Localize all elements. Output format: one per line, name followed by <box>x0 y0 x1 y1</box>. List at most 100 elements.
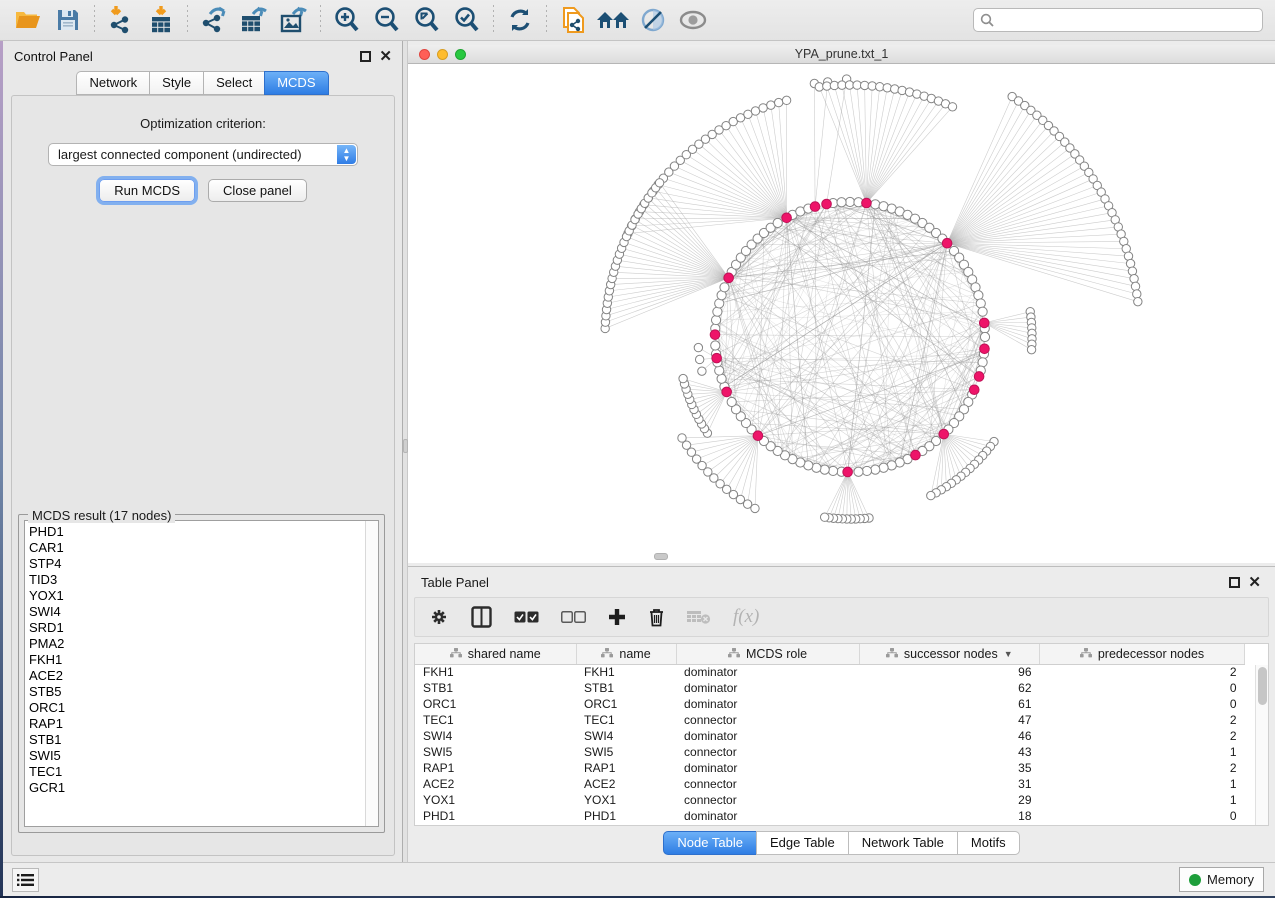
open-file-icon[interactable] <box>11 5 45 35</box>
network-node[interactable] <box>980 332 989 341</box>
network-node[interactable] <box>854 467 863 476</box>
import-table-icon[interactable] <box>144 5 178 35</box>
mcds-result-item[interactable]: TEC1 <box>29 764 378 780</box>
network-node[interactable] <box>713 307 722 316</box>
network-canvas[interactable] <box>408 64 1275 563</box>
column-header-name[interactable]: name <box>576 644 676 664</box>
tab-edge-table[interactable]: Edge Table <box>756 831 848 855</box>
close-table-panel-icon[interactable]: ✕ <box>1248 577 1261 588</box>
table-row[interactable]: ACE2ACE2connector311 <box>415 776 1245 792</box>
mcds-result-item[interactable]: FKH1 <box>29 652 378 668</box>
task-history-button[interactable] <box>12 868 39 892</box>
zoom-selected-icon[interactable] <box>450 5 484 35</box>
network-node[interactable] <box>727 397 736 406</box>
dominator-node[interactable] <box>822 199 832 209</box>
network-node[interactable] <box>879 463 888 472</box>
criterion-dropdown[interactable]: largest connected component (undirected)… <box>48 143 358 166</box>
table-row[interactable]: ORC1ORC1dominator610 <box>415 696 1245 712</box>
mcds-result-item[interactable]: SWI5 <box>29 748 378 764</box>
tab-node-table[interactable]: Node Table <box>663 831 756 855</box>
tab-mcds[interactable]: MCDS <box>264 71 328 95</box>
table-row[interactable]: STB1STB1dominator620 <box>415 680 1245 696</box>
network-node[interactable] <box>871 465 880 474</box>
network-node[interactable] <box>711 341 720 350</box>
save-session-icon[interactable] <box>51 5 85 35</box>
table-vscroll-thumb[interactable] <box>1258 667 1267 705</box>
leaf-node[interactable] <box>695 355 703 363</box>
table-row[interactable]: RAP1RAP1dominator352 <box>415 760 1245 776</box>
mcds-result-item[interactable]: YOX1 <box>29 588 378 604</box>
search-input[interactable] <box>995 10 1262 30</box>
add-column-icon[interactable] <box>608 604 626 630</box>
dominator-node[interactable] <box>974 372 984 382</box>
first-neighbors-icon[interactable] <box>596 5 630 35</box>
float-panel-icon[interactable] <box>360 51 371 62</box>
leaf-node[interactable] <box>1128 267 1136 275</box>
mcds-result-item[interactable]: RAP1 <box>29 716 378 732</box>
leaf-node[interactable] <box>1133 290 1141 298</box>
memory-button[interactable]: Memory <box>1179 867 1264 892</box>
mcds-list-scrollbar[interactable] <box>365 521 378 826</box>
dominator-node[interactable] <box>911 450 921 460</box>
mcds-result-item[interactable]: ACE2 <box>29 668 378 684</box>
export-table-icon[interactable] <box>237 5 271 35</box>
network-node[interactable] <box>837 198 846 207</box>
mcds-result-item[interactable]: STB5 <box>29 684 378 700</box>
column-header-successor-nodes[interactable]: successor nodes▼ <box>859 644 1040 664</box>
network-node[interactable] <box>720 283 729 292</box>
network-node[interactable] <box>978 358 987 367</box>
zoom-out-icon[interactable] <box>370 5 404 35</box>
dominator-node[interactable] <box>710 330 720 340</box>
hide-style-icon[interactable] <box>636 5 670 35</box>
network-titlebar[interactable]: YPA_prune.txt_1 <box>408 45 1275 64</box>
network-node[interactable] <box>715 366 724 375</box>
network-node[interactable] <box>862 466 871 475</box>
network-graph[interactable] <box>408 64 1275 563</box>
dominator-node[interactable] <box>712 353 722 363</box>
leaf-node[interactable] <box>774 98 782 106</box>
split-view-icon[interactable] <box>471 604 492 630</box>
node-table[interactable]: shared namenameMCDS rolesuccessor nodes▼… <box>415 644 1245 824</box>
close-panel-icon[interactable]: ✕ <box>379 51 392 62</box>
network-node[interactable] <box>711 315 720 324</box>
network-node[interactable] <box>820 465 829 474</box>
leaf-node[interactable] <box>927 491 935 499</box>
export-network-icon[interactable] <box>197 5 231 35</box>
table-row[interactable]: SWI4SWI4dominator462 <box>415 728 1245 744</box>
leaf-node[interactable] <box>679 374 687 382</box>
mcds-result-item[interactable]: PMA2 <box>29 636 378 652</box>
maximize-window-icon[interactable] <box>455 49 466 60</box>
mcds-result-list[interactable]: PHD1CAR1STP4TID3YOX1SWI4SRD1PMA2FKH1ACE2… <box>24 520 379 827</box>
leaf-node[interactable] <box>1130 275 1138 283</box>
leaf-node[interactable] <box>767 101 775 109</box>
dominator-node[interactable] <box>980 344 990 354</box>
leaf-node[interactable] <box>698 367 706 375</box>
network-node[interactable] <box>976 299 985 308</box>
network-hscroll-thumb[interactable] <box>654 553 668 560</box>
search-box[interactable] <box>973 8 1263 32</box>
show-hide-icon[interactable] <box>676 5 710 35</box>
leaf-node[interactable] <box>1027 345 1035 353</box>
column-header-predecessor-nodes[interactable]: predecessor nodes <box>1040 644 1245 664</box>
dominator-node[interactable] <box>942 238 952 248</box>
close-panel-button[interactable]: Close panel <box>208 179 307 202</box>
delete-column-icon[interactable] <box>648 604 665 630</box>
leaf-node[interactable] <box>948 103 956 111</box>
table-row[interactable]: YOX1YOX1connector291 <box>415 792 1245 808</box>
leaf-node[interactable] <box>1134 297 1142 305</box>
column-header-MCDS-role[interactable]: MCDS role <box>676 644 859 664</box>
leaf-node[interactable] <box>678 434 686 442</box>
mcds-result-item[interactable]: STP4 <box>29 556 378 572</box>
dominator-node[interactable] <box>722 387 732 397</box>
deselect-all-columns-icon[interactable] <box>561 604 586 630</box>
table-row[interactable]: FKH1FKH1dominator962 <box>415 664 1245 680</box>
table-row[interactable]: TEC1TEC1connector472 <box>415 712 1245 728</box>
leaf-node[interactable] <box>759 104 767 112</box>
table-settings-icon[interactable] <box>429 604 449 630</box>
dominator-node[interactable] <box>969 385 979 395</box>
mcds-result-item[interactable]: PHD1 <box>29 524 378 540</box>
table-vscrollbar[interactable] <box>1255 665 1268 825</box>
tab-network[interactable]: Network <box>76 71 149 95</box>
mcds-result-item[interactable]: STB1 <box>29 732 378 748</box>
zoom-in-icon[interactable] <box>330 5 364 35</box>
